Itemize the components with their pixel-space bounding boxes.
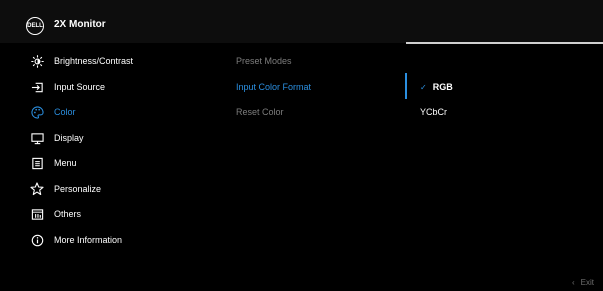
checkmark-icon: ✓ <box>420 83 427 92</box>
menu-item-label: Personalize <box>54 184 102 194</box>
selection-marker <box>405 73 407 99</box>
menu-item-label: Menu <box>54 158 77 168</box>
menu-item-label: Others <box>54 209 82 219</box>
menu-item-personalize[interactable]: Personalize <box>0 178 230 202</box>
option-rgb[interactable]: ✓ RGB <box>420 82 453 92</box>
chevron-left-icon: ‹ <box>572 278 575 287</box>
brightness-icon <box>30 54 44 68</box>
osd-header: DELL 2X Monitor <box>0 0 603 44</box>
option-ycbcr[interactable]: YCbCr <box>420 107 447 117</box>
exit-label: Exit <box>580 278 595 287</box>
menu-item-menu[interactable]: Menu <box>0 152 230 176</box>
menu-item-input-source[interactable]: Input Source <box>0 76 230 100</box>
submenu-item-input-color-format[interactable]: Input Color Format <box>236 82 311 92</box>
header-divider <box>406 42 603 44</box>
monitor-title: 2X Monitor <box>54 19 106 30</box>
menu-item-label: Display <box>54 133 84 143</box>
menu-item-more-information[interactable]: More Information <box>0 229 230 253</box>
menu-item-label: Input Source <box>54 82 106 92</box>
option-label: YCbCr <box>420 107 448 117</box>
submenu-item-preset-modes[interactable]: Preset Modes <box>236 56 292 66</box>
menu-item-others[interactable]: Others <box>0 203 230 227</box>
dell-logo: DELL <box>26 17 44 35</box>
info-icon <box>30 233 44 247</box>
input-source-icon <box>30 80 44 94</box>
option-label: RGB <box>432 82 453 92</box>
menu-item-label: More Information <box>54 235 123 245</box>
display-icon <box>30 131 44 145</box>
color-palette-icon <box>30 105 44 119</box>
menu-item-label: Brightness/Contrast <box>54 56 134 66</box>
menu-icon <box>30 156 44 170</box>
exit-button[interactable]: ‹ Exit <box>572 278 594 287</box>
menu-item-color[interactable]: Color <box>0 101 230 125</box>
monitor-osd: DELL 2X Monitor Brightness/Contrast Inpu… <box>0 0 603 291</box>
menu-item-brightness-contrast[interactable]: Brightness/Contrast <box>0 50 230 74</box>
menu-item-label: Color <box>54 107 76 117</box>
others-icon <box>30 207 44 221</box>
star-icon <box>30 182 44 196</box>
submenu-item-reset-color[interactable]: Reset Color <box>236 107 284 117</box>
menu-item-display[interactable]: Display <box>0 127 230 151</box>
